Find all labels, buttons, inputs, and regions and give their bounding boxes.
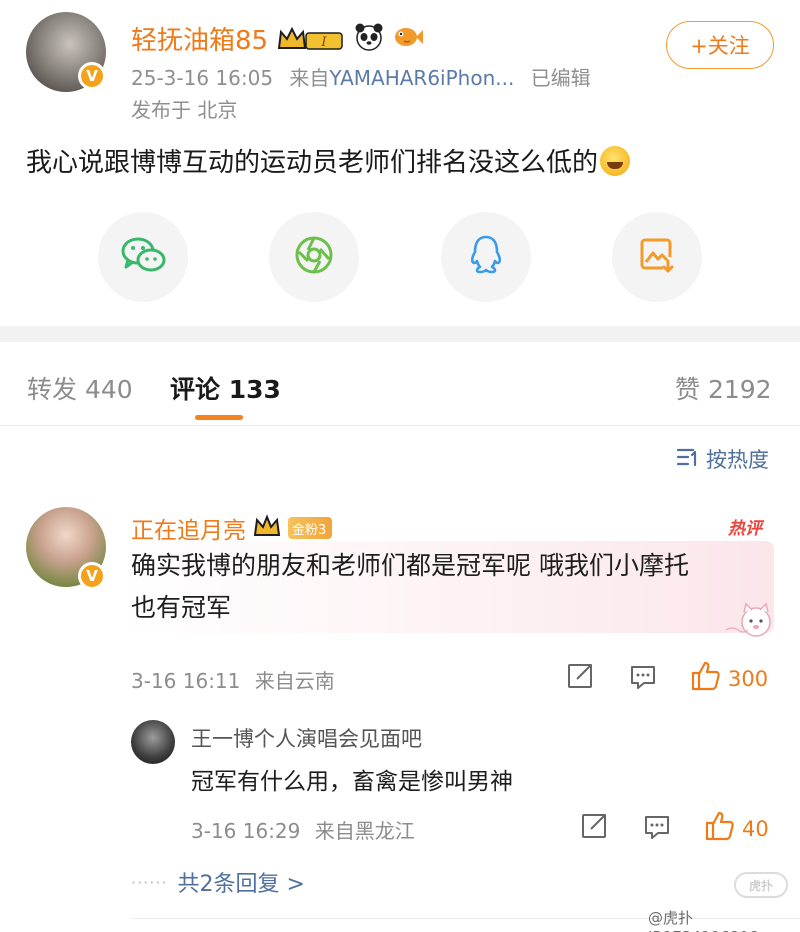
thumbs-up-icon [690,660,722,697]
tab-reposts[interactable]: 转发 440 [27,370,133,406]
save-image-icon [637,235,677,279]
verified-badge-icon: V [78,62,106,90]
reply-text: 冠军有什么用，畜禽是惨叫男神 [191,769,513,795]
more-replies-label: 共2条回复 > [177,872,305,897]
tab-reposts-label: 转发 [27,375,78,404]
comment-text-line-1: 确实我博的朋友和老师们都是冠军呢 哦我们小摩托 [131,551,689,580]
like-reply-button[interactable]: 40 [704,810,769,847]
comment-location: 来自云南 [254,669,335,693]
share-arrow-icon [566,664,594,694]
share-arrow-icon [580,814,608,844]
watermark-text: @虎扑JR1734196806 [648,909,758,932]
view-more-replies-link[interactable]: ······ 共2条回复 > [131,866,305,898]
tab-comments[interactable]: 评论 133 [170,370,281,406]
verified-badge-icon: V [78,562,106,590]
tab-divider [0,425,800,426]
source-device-link[interactable]: YAMAHAR6iPhon... [329,66,514,90]
tab-likes[interactable]: 赞 2192 [675,370,772,406]
tab-comments-count: 133 [228,375,281,404]
tab-likes-label: 赞 [675,375,701,404]
comment-time: 3-16 16:11 [131,669,241,693]
save-image-button[interactable] [612,212,702,302]
sort-label: 按热度 [706,448,769,472]
cat-sticker-icon [722,600,784,646]
sort-icon [676,446,700,473]
post-body: 我心说跟博博互动的运动员老师们排名没这么低的 [26,142,631,179]
svg-text:I: I [321,35,328,50]
reply-comment-button[interactable] [629,663,657,695]
reply-time: 3-16 16:29 [191,819,301,843]
post-timestamp: 25-3-16 16:05 [131,66,274,90]
active-tab-indicator [195,415,243,420]
comment-text-line-2: 也有冠军 [131,593,232,622]
panda-icon [354,22,384,56]
tab-comments-label: 评论 [170,375,221,404]
moments-icon [293,234,335,280]
replier-avatar[interactable] [131,720,175,764]
crown-icon [252,513,282,543]
tab-reposts-count: 440 [84,375,133,404]
qq-icon [468,234,504,280]
post-location: 发布于 北京 [131,98,238,122]
comment-bubble-icon [629,666,657,695]
fish-icon [392,22,424,56]
fan-level-badge: 金粉3 [288,517,333,539]
source-prefix: 来自 [289,66,330,90]
reply-location: 来自黑龙江 [314,819,415,843]
like-comment-button[interactable]: 300 [690,660,768,697]
share-comment-button[interactable] [566,662,594,694]
share-wechat-button[interactable] [98,212,188,302]
reply-to-reply-button[interactable] [643,813,671,845]
share-qq-button[interactable] [441,212,531,302]
section-divider [0,326,800,342]
sort-by-hot-button[interactable]: 按热度 [676,444,769,474]
follow-button[interactable]: +关注 [666,21,774,69]
comment-bubble-icon [643,816,671,845]
wechat-icon [119,235,167,279]
share-reply-button[interactable] [580,812,608,844]
reply-like-count: 40 [742,816,769,841]
grin-sweat-emoji-icon [600,146,631,176]
post-text: 我心说跟博博互动的运动员老师们排名没这么低的 [26,148,599,178]
edited-label[interactable]: 已编辑 [531,66,591,90]
replier-username[interactable]: 王一博个人演唱会见面吧 [191,723,422,753]
commenter-username[interactable]: 正在追月亮 [131,511,246,545]
hot-comment-tag: 热评 [728,519,762,539]
watermark-logo: 虎扑 [734,872,788,898]
like-count: 300 [728,666,769,691]
thumbs-up-icon [704,810,736,847]
share-moments-button[interactable] [269,212,359,302]
author-username[interactable]: 轻抚油箱85 [131,20,268,57]
crown-level-badge-icon: I [276,24,346,54]
tab-likes-count: 2192 [707,375,772,404]
ellipsis-icon: ······ [131,872,168,892]
